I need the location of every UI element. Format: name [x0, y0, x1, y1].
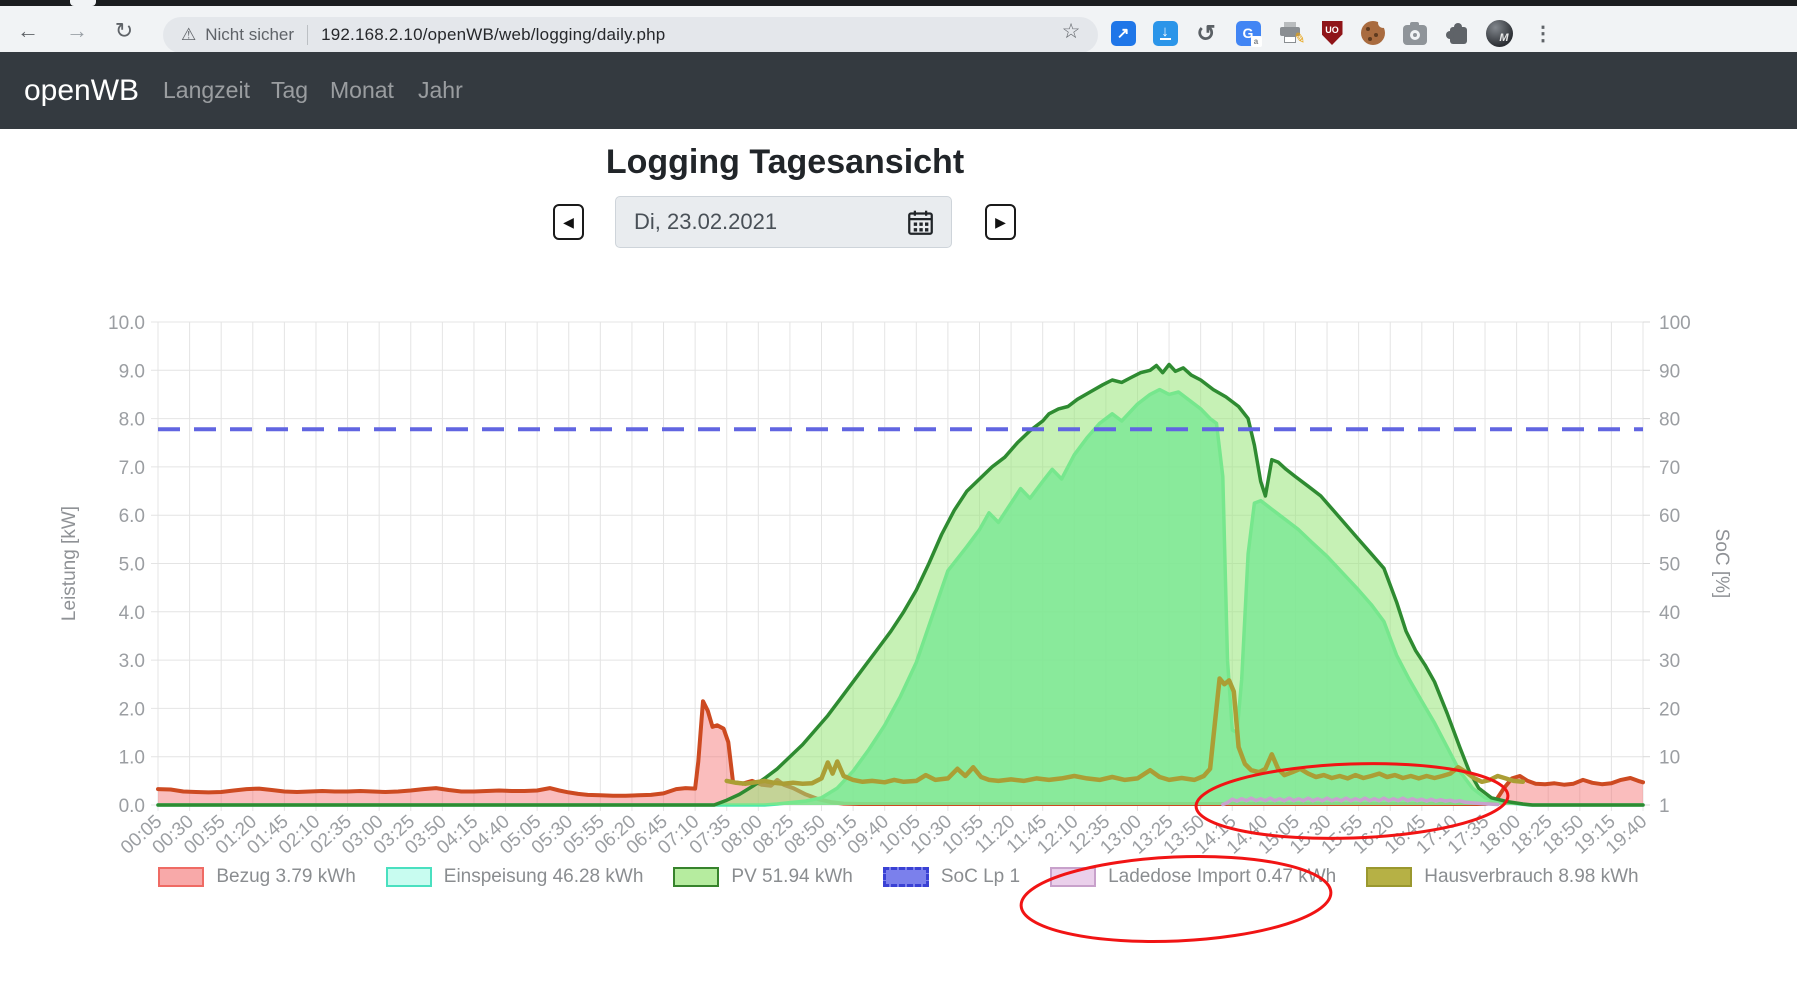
svg-text:0.0: 0.0 [119, 796, 145, 817]
svg-text:8.0: 8.0 [119, 410, 145, 431]
legend-item[interactable]: Hausverbrauch 8.98 kWh [1366, 866, 1639, 888]
svg-text:9.0: 9.0 [119, 361, 145, 382]
legend-swatch [673, 867, 720, 887]
svg-text:10: 10 [1659, 748, 1680, 769]
legend-item[interactable]: Bezug 3.79 kWh [158, 866, 356, 888]
legend-swatch [158, 867, 205, 887]
svg-text:7.0: 7.0 [119, 458, 145, 479]
svg-text:20: 20 [1659, 699, 1680, 720]
svg-text:3.0: 3.0 [119, 651, 145, 672]
svg-text:30: 30 [1659, 651, 1680, 672]
svg-text:5.0: 5.0 [119, 555, 145, 576]
legend-item[interactable]: Ladedose Import 0.47 kWh [1050, 866, 1336, 888]
legend-swatch [882, 867, 929, 887]
legend-label: SoC Lp 1 [940, 866, 1021, 887]
legend-label: Ladedose Import 0.47 kWh [1108, 866, 1337, 887]
svg-text:4.0: 4.0 [119, 603, 145, 624]
screen: ← → ↻ ⚠ Nicht sicher 192.168.2.10/openWB… [0, 0, 1797, 982]
svg-text:Leistung [kW]: Leistung [kW] [59, 506, 80, 621]
legend-swatch [1050, 867, 1097, 887]
svg-text:50: 50 [1659, 555, 1680, 576]
legend-label: Hausverbrauch 8.98 kWh [1424, 866, 1639, 887]
legend-swatch [385, 867, 432, 887]
svg-text:90: 90 [1659, 361, 1680, 382]
svg-text:1.0: 1.0 [119, 748, 145, 769]
svg-text:100: 100 [1659, 313, 1691, 334]
legend-item[interactable]: PV 51.94 kWh [673, 866, 853, 888]
svg-text:SoC [%]: SoC [%] [1711, 529, 1732, 599]
legend-swatch [1366, 867, 1413, 887]
daily-log-chart[interactable]: 00:0500:3000:5501:2001:4502:1002:3503:00… [0, 0, 1797, 982]
chart-legend: Bezug 3.79 kWh Einspeisung 46.28 kWh PV 51… [0, 866, 1797, 888]
svg-text:40: 40 [1659, 603, 1680, 624]
legend-item[interactable]: SoC Lp 1 [882, 866, 1021, 888]
svg-text:2.0: 2.0 [119, 699, 145, 720]
svg-text:1: 1 [1659, 796, 1670, 817]
legend-label: PV 51.94 kWh [731, 866, 853, 887]
svg-text:80: 80 [1659, 410, 1680, 431]
svg-text:10.0: 10.0 [108, 313, 145, 334]
legend-label: Bezug 3.79 kWh [216, 866, 356, 887]
legend-item[interactable]: Einspeisung 46.28 kWh [385, 866, 644, 888]
legend-label: Einspeisung 46.28 kWh [443, 866, 644, 887]
svg-text:6.0: 6.0 [119, 506, 145, 527]
svg-text:60: 60 [1659, 506, 1680, 527]
svg-text:70: 70 [1659, 458, 1680, 479]
